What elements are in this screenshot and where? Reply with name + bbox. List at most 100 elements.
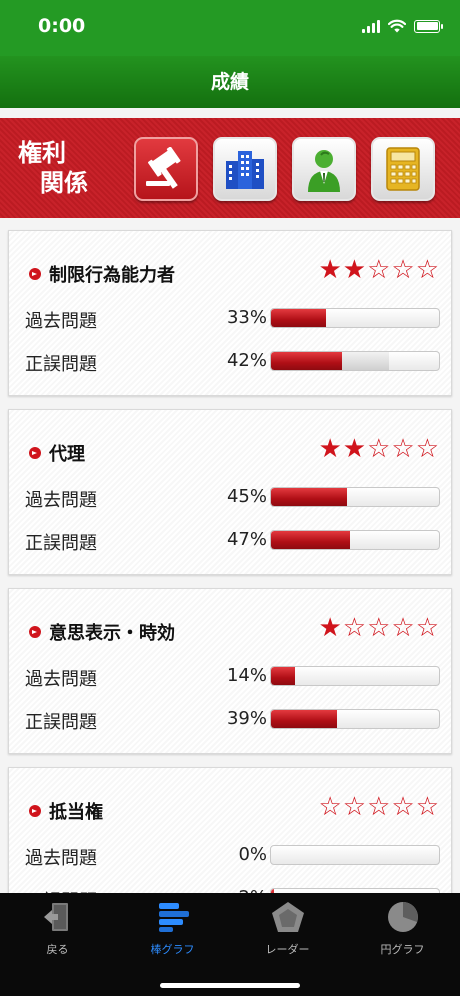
category-label: 権利 関係 (18, 138, 110, 198)
star-empty-icon: ☆ (415, 792, 439, 822)
star-empty-icon: ☆ (367, 434, 391, 464)
card-title: 代理 (29, 440, 85, 466)
progress-fill (271, 488, 347, 506)
star-empty-icon: ☆ (391, 792, 415, 822)
category-button-rights[interactable] (134, 137, 198, 201)
row-percent: 47% (226, 529, 267, 550)
back-door-icon (43, 903, 68, 931)
businessman-icon (308, 150, 340, 192)
home-indicator (160, 983, 300, 988)
card-title: 抵当権 (29, 798, 103, 824)
progress-fill (271, 710, 337, 728)
tab-back[interactable]: 戻る (0, 901, 115, 957)
star-empty-icon: ☆ (342, 792, 367, 822)
status-time: 0:00 (38, 15, 86, 37)
radar-chart-icon (271, 902, 304, 932)
tab-pie-chart-label: 円グラフ (380, 943, 425, 956)
score-row: 過去問題 45% (25, 486, 445, 511)
card-title-text: 制限行為能力者 (49, 265, 175, 286)
progress-fill (271, 352, 342, 370)
progress-fill (271, 531, 350, 549)
card-title-text: 抵当権 (49, 802, 103, 823)
row-label: 過去問題 (25, 311, 97, 332)
tab-pie-chart[interactable]: 円グラフ (345, 901, 460, 957)
card-title: 制限行為能力者 (29, 261, 175, 287)
star-filled-icon: ★ (342, 434, 367, 464)
category-button-person[interactable] (292, 137, 356, 201)
star-empty-icon: ☆ (318, 792, 342, 822)
score-card[interactable]: 意思表示・時効 ★ ☆ ☆ ☆ ☆ 過去問題 14% 正誤問題 39% (8, 588, 452, 754)
score-row: 過去問題 0% (25, 844, 445, 869)
row-percent: 45% (226, 486, 267, 507)
score-card[interactable]: 代理 ★ ★ ☆ ☆ ☆ 過去問題 45% 正誤問題 47% (8, 409, 452, 575)
tab-back-label: 戻る (46, 943, 69, 956)
tab-radar-label: レーダー (265, 943, 310, 956)
row-label: 過去問題 (25, 490, 97, 511)
category-label-line2: 関係 (40, 169, 88, 197)
star-filled-icon: ★ (318, 613, 342, 643)
star-empty-icon: ☆ (415, 613, 439, 643)
star-empty-icon: ☆ (342, 613, 367, 643)
score-row: 過去問題 33% (25, 307, 445, 332)
row-percent: 14% (226, 665, 267, 686)
score-card[interactable]: 制限行為能力者 ★ ★ ☆ ☆ ☆ 過去問題 33% 正誤問題 42% (8, 230, 452, 396)
progress-bar (270, 487, 440, 507)
progress-bar (270, 845, 440, 865)
row-label: 過去問題 (25, 848, 97, 869)
page-title: 成績 (210, 71, 249, 93)
progress-bar (270, 709, 440, 729)
category-button-calculator[interactable] (371, 137, 435, 201)
star-empty-icon: ☆ (367, 255, 391, 285)
star-rating: ★ ☆ ☆ ☆ ☆ (318, 613, 439, 643)
row-label: 正誤問題 (25, 712, 97, 733)
star-empty-icon: ☆ (415, 255, 439, 285)
score-row: 正誤問題 42% (25, 350, 445, 375)
star-empty-icon: ☆ (391, 434, 415, 464)
star-empty-icon: ☆ (391, 613, 415, 643)
tab-bar-graph-label: 棒グラフ (150, 943, 195, 956)
status-icons (362, 19, 443, 33)
progress-bar (270, 308, 440, 328)
card-title: 意思表示・時効 (29, 619, 175, 645)
card-title-text: 意思表示・時効 (49, 623, 175, 644)
score-row: 過去問題 14% (25, 665, 445, 690)
row-percent: 33% (226, 307, 267, 328)
status-bar: 0:00 (0, 0, 460, 56)
star-filled-icon: ★ (318, 434, 342, 464)
progress-fill (271, 309, 327, 327)
bullet-arrow-icon (29, 447, 41, 459)
star-empty-icon: ☆ (415, 434, 439, 464)
nav-bar: 成績 (0, 56, 460, 108)
bullet-arrow-icon (29, 268, 41, 280)
battery-icon (414, 19, 443, 33)
star-empty-icon: ☆ (367, 613, 391, 643)
row-label: 過去問題 (25, 669, 97, 690)
row-label: 正誤問題 (25, 533, 97, 554)
score-row: 正誤問題 39% (25, 708, 445, 733)
star-empty-icon: ☆ (367, 792, 391, 822)
star-filled-icon: ★ (342, 255, 367, 285)
gavel-icon (146, 147, 181, 189)
tab-radar[interactable]: レーダー (230, 901, 345, 957)
bullet-arrow-icon (29, 805, 41, 817)
star-filled-icon: ★ (318, 255, 342, 285)
signal-icon (362, 19, 380, 33)
category-button-building[interactable] (213, 137, 277, 201)
star-rating: ★ ★ ☆ ☆ ☆ (318, 255, 439, 285)
tab-bar-graph[interactable]: 棒グラフ (115, 901, 230, 957)
progress-fill (271, 667, 295, 685)
category-label-line1: 権利 (18, 139, 66, 167)
progress-bar (270, 530, 440, 550)
calculator-icon (386, 147, 420, 191)
row-percent: 39% (226, 708, 267, 729)
row-percent: 42% (226, 350, 267, 371)
progress-bar (270, 666, 440, 686)
star-rating: ☆ ☆ ☆ ☆ ☆ (318, 792, 439, 822)
category-bar: 権利 関係 (0, 108, 460, 218)
row-percent: 0% (238, 844, 267, 865)
bullet-arrow-icon (29, 626, 41, 638)
progress-bar (270, 351, 440, 371)
score-row: 正誤問題 47% (25, 529, 445, 554)
building-icon (226, 151, 264, 189)
pie-chart-icon (387, 902, 418, 932)
